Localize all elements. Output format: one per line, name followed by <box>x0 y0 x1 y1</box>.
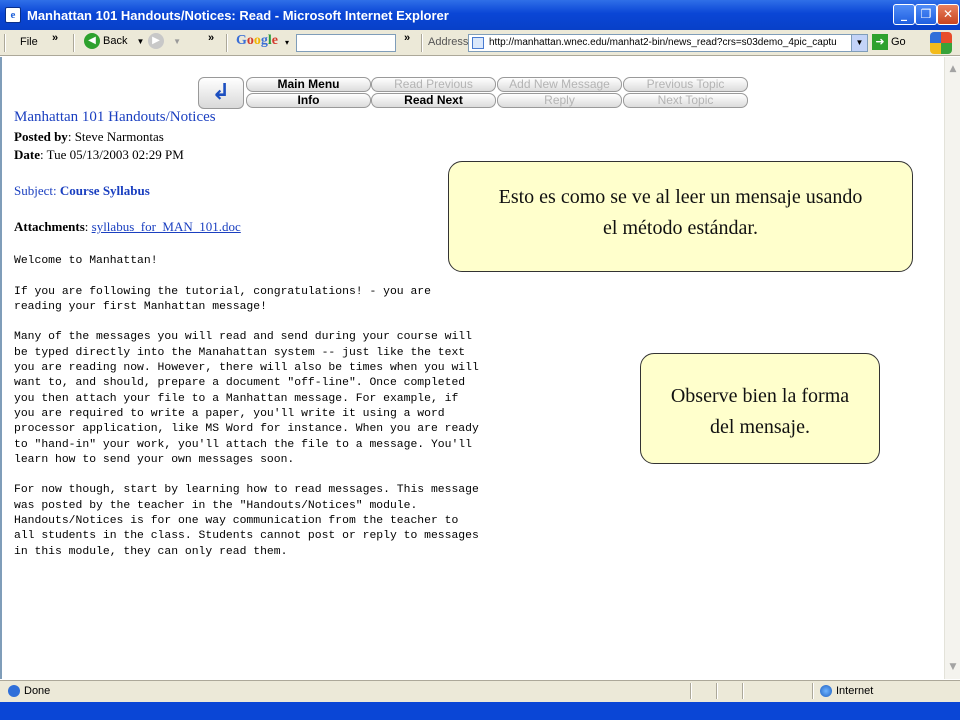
toolbar: File » ◀ Back ▼ ▶ ▼ » Google ▾ » Address … <box>0 30 960 56</box>
info-button[interactable]: Info <box>246 93 371 108</box>
vertical-scrollbar[interactable]: ▲ ▼ <box>944 57 960 679</box>
chevron-down-icon[interactable]: ▾ <box>285 38 289 47</box>
date-value: Tue 05/13/2003 02:29 PM <box>46 147 184 162</box>
status-bar: Done Internet <box>0 680 960 702</box>
status-divider <box>716 683 718 699</box>
chevron-down-icon[interactable]: ▼ <box>137 37 145 46</box>
scroll-up-icon[interactable]: ▲ <box>945 61 960 77</box>
minimize-button[interactable]: _ <box>893 4 915 25</box>
page-icon <box>472 37 484 49</box>
return-button[interactable]: ↲ <box>198 77 244 109</box>
read-next-button[interactable]: Read Next <box>371 93 496 108</box>
chevron-icon[interactable]: » <box>52 32 58 44</box>
windows-logo-icon <box>930 32 952 54</box>
address-input[interactable]: http://manhattan.wnec.edu/manhat2-bin/ne… <box>468 34 868 52</box>
status-divider <box>690 683 692 699</box>
back-arrow-icon: ◀ <box>84 33 100 49</box>
date-line: Date: Tue 05/13/2003 02:29 PM <box>14 147 184 162</box>
zone-label: Internet <box>836 685 874 697</box>
status-divider <box>742 683 744 699</box>
file-menu[interactable]: File <box>20 36 38 48</box>
callout-text: Observe bien la forma del mensaje. <box>670 385 850 438</box>
security-zone: Internet <box>820 685 874 698</box>
scroll-down-icon[interactable]: ▼ <box>945 659 960 675</box>
subject-line: Subject: Course Syllabus <box>14 183 150 199</box>
ie-page-icon <box>8 685 20 698</box>
attachment-link[interactable]: syllabus_for_MAN_101.doc <box>92 219 241 234</box>
chevron-icon[interactable]: » <box>208 32 214 44</box>
chevron-icon[interactable]: » <box>404 32 410 44</box>
read-previous-button[interactable]: Read Previous <box>371 77 496 92</box>
callout-note: Esto es como se ve al leer un mensaje us… <box>448 161 913 272</box>
previous-topic-button[interactable]: Previous Topic <box>623 77 748 92</box>
toolbar-separator <box>226 34 228 52</box>
maximize-button[interactable]: ❐ <box>915 4 937 25</box>
subject-value: Course Syllabus <box>59 183 150 198</box>
taskbar-edge <box>0 702 960 720</box>
add-new-message-button[interactable]: Add New Message <box>497 77 622 92</box>
title-bar: e Manhattan 101 Handouts/Notices: Read -… <box>0 0 960 30</box>
forward-arrow-icon: ▶ <box>148 33 164 49</box>
posted-by-label: Posted by <box>14 129 68 144</box>
page-title: Manhattan 101 Handouts/Notices <box>14 109 216 125</box>
back-button[interactable]: ◀ Back ▼ <box>84 33 144 49</box>
attachments-label: Attachments <box>14 219 85 234</box>
status-label: Done <box>24 685 51 697</box>
date-label: Date <box>14 147 40 162</box>
status-text: Done <box>8 685 51 698</box>
ie-icon: e <box>5 7 21 23</box>
chevron-down-icon[interactable]: ▼ <box>851 35 867 51</box>
subject-label: Subject: <box>14 183 57 198</box>
close-button[interactable]: ✕ <box>937 4 959 25</box>
message-body: Welcome to Manhattan! If you are followi… <box>14 255 479 558</box>
go-label: Go <box>891 35 906 48</box>
window-title: Manhattan 101 Handouts/Notices: Read - M… <box>27 8 449 23</box>
posted-by-value: Steve Narmontas <box>74 129 164 144</box>
forward-button[interactable]: ▶ ▼ <box>148 33 181 49</box>
posted-by-line: Posted by: Steve Narmontas <box>14 129 164 144</box>
go-arrow-icon: ➜ <box>872 34 888 50</box>
google-toolbar-logo[interactable]: Google <box>236 33 278 49</box>
go-button[interactable]: ➜ Go <box>872 34 906 50</box>
toolbar-grip <box>4 34 6 52</box>
google-search-input[interactable] <box>296 34 396 52</box>
address-url: http://manhattan.wnec.edu/manhat2-bin/ne… <box>489 37 837 48</box>
chevron-down-icon[interactable]: ▼ <box>173 37 181 46</box>
attachments-line: Attachments: syllabus_for_MAN_101.doc <box>14 219 241 234</box>
address-label: Address <box>428 36 469 48</box>
next-topic-button[interactable]: Next Topic <box>623 93 748 108</box>
return-arrow-icon: ↲ <box>211 80 231 105</box>
globe-icon <box>820 685 832 698</box>
toolbar-separator <box>421 34 423 52</box>
reply-button[interactable]: Reply <box>497 93 622 108</box>
callout-text: Esto es como se ve al leer un mensaje us… <box>498 186 863 239</box>
status-divider <box>812 683 814 699</box>
back-label: Back <box>103 34 128 47</box>
callout-note: Observe bien la forma del mensaje. <box>640 353 880 464</box>
toolbar-separator <box>73 34 75 52</box>
main-menu-button[interactable]: Main Menu <box>246 77 371 92</box>
